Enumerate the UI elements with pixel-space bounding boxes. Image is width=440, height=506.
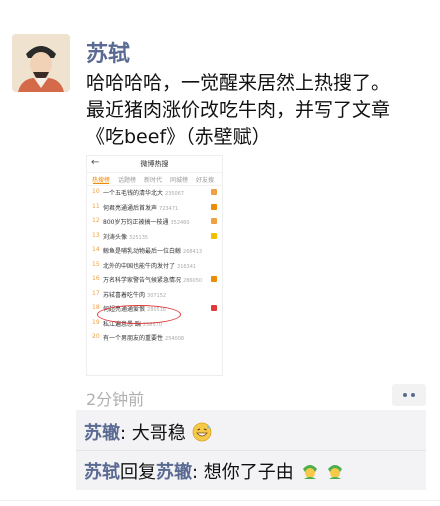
active-tab-underline <box>93 183 109 184</box>
row-title-text: 一个五毛钱的清华北大 <box>103 190 164 197</box>
comments-section: 苏辙: 大哥稳 苏轼回复苏辙: 想你了子由 <box>76 410 426 490</box>
screenshot-tabs: 热搜榜 话题榜 新时代 同城榜 好友搜 <box>87 173 222 186</box>
reply-word: 回复 <box>120 462 156 483</box>
row-title: 刘涛头像 325135 <box>103 232 148 241</box>
post-text: 哈哈哈哈，一觉醒来居然上热搜了。 最近猪肉涨价改吃牛肉，并写了文章 《吃beef… <box>86 70 436 151</box>
comment-text: : 大哥稳 <box>120 423 186 444</box>
hot-search-row[interactable]: 14 鲸鱼是哺乳动物最后一位白鲸 268413 <box>87 244 222 257</box>
row-badge-icon <box>211 218 217 224</box>
row-badge-icon <box>211 276 217 282</box>
hot-search-screenshot[interactable]: ← 微博热搜 热搜榜 话题榜 新时代 同城榜 好友搜 10 一个五毛钱的清华北大 2… <box>86 155 223 376</box>
hot-search-row[interactable]: 13 刘涛头像 325135 <box>87 230 222 243</box>
row-count: 325135 <box>129 234 149 241</box>
row-badge-icon <box>211 203 217 210</box>
row-rank: 17 <box>92 289 100 297</box>
row-count: 286050 <box>183 278 203 284</box>
green-plant-emoji-icon <box>325 461 345 486</box>
commenter-name[interactable]: 苏轼 <box>84 462 120 483</box>
author-name[interactable]: 苏轼 <box>86 36 130 68</box>
bottom-divider <box>0 500 440 501</box>
highlight-circle <box>97 305 181 324</box>
tab-new-era: 新时代 <box>144 177 163 184</box>
row-count: 307152 <box>147 292 167 299</box>
row-rank: 18 <box>92 304 100 311</box>
tab-local: 同城榜 <box>170 177 189 184</box>
commenter-name[interactable]: 苏辙 <box>84 423 120 444</box>
hot-search-row[interactable]: 17 苏轼喜着吃牛肉 307152 <box>87 288 222 301</box>
row-count: 235067 <box>165 191 185 197</box>
screenshot-title: 微博热搜 <box>140 160 169 168</box>
row-title: 万名科学家警告气候紧急情况 286050 <box>103 275 202 284</box>
comment-1[interactable]: 苏辙: 大哥稳 <box>84 419 212 447</box>
row-rank: 15 <box>92 260 100 268</box>
screenshot-header: ← 微博热搜 <box>87 156 222 173</box>
weibo-post: 苏轼 哈哈哈哈，一觉醒来居然上热搜了。 最近猪肉涨价改吃牛肉，并写了文章 《吃b… <box>0 0 440 506</box>
row-rank: 16 <box>92 275 100 282</box>
row-badge-icon <box>211 232 217 239</box>
tab-topics: 话题榜 <box>118 177 137 184</box>
post-line: 最近猪肉涨价改吃牛肉，并写了文章 <box>86 99 391 121</box>
row-title-text: 有一个男朋友的重要性 <box>103 335 164 342</box>
hot-search-row[interactable]: 12 800岁万钧正被搞一枝通 352460 <box>87 215 222 228</box>
row-title-text: 北外的中国也能牛肉发付了 <box>103 262 176 270</box>
post-time: 2分钟前 <box>86 390 145 409</box>
hot-search-row[interactable]: 15 北外的中国也能牛肉发付了 316341 <box>87 259 222 272</box>
row-rank: 19 <box>92 318 100 326</box>
row-title: 鲸鱼是哺乳动物最后一位白鲸 268413 <box>103 246 202 255</box>
row-title-text: 何君亮通通后首发声 <box>103 204 158 212</box>
row-rank: 12 <box>92 217 100 224</box>
reply-to-name[interactable]: 苏辙 <box>156 462 192 483</box>
avatar[interactable] <box>12 34 70 92</box>
row-rank: 10 <box>92 188 100 195</box>
row-count: 723471 <box>159 205 179 212</box>
row-count: 268413 <box>183 249 203 255</box>
row-title: 800岁万钧正被搞一枝通 352460 <box>103 217 190 226</box>
row-title: 有一个男朋友的重要性 254008 <box>103 333 184 342</box>
row-rank: 14 <box>92 246 100 253</box>
dot-icon <box>411 393 415 397</box>
row-title: 何君亮通通后首发声 723471 <box>103 203 178 212</box>
row-badge-icon <box>211 305 217 311</box>
hot-search-row[interactable]: 16 万名科学家警告气候紧急情况 286050 <box>87 273 222 286</box>
row-title-text: 刘涛头像 <box>103 233 128 241</box>
row-count: 352460 <box>170 220 190 226</box>
row-rank: 13 <box>92 231 100 239</box>
row-title: 一个五毛钱的清华北大 235067 <box>103 188 184 197</box>
grinning-sweat-emoji-icon <box>192 422 212 447</box>
more-actions-button[interactable] <box>392 384 426 406</box>
row-badge-icon <box>211 189 217 195</box>
row-title-text: 苏轼喜着吃牛肉 <box>103 291 146 299</box>
comment-divider <box>76 450 426 451</box>
comment-text: : 想你了子由 <box>192 462 294 483</box>
row-title: 苏轼喜着吃牛肉 307152 <box>103 290 166 299</box>
row-title: 北外的中国也能牛肉发付了 316341 <box>103 261 196 270</box>
row-rank: 11 <box>92 202 100 210</box>
row-count: 254008 <box>165 336 185 342</box>
row-title-text: 800岁万钧正被搞一枝通 <box>103 219 169 226</box>
comment-2[interactable]: 苏轼回复苏辙: 想你了子由 <box>84 458 345 486</box>
dot-icon <box>403 393 407 397</box>
hot-search-row[interactable]: 11 何君亮通通后首发声 723471 <box>87 201 222 214</box>
row-title-text: 鲸鱼是哺乳动物最后一位白鲸 <box>103 248 182 255</box>
post-line: 《吃beef》（赤壁赋） <box>86 126 271 148</box>
row-title-text: 万名科学家警告气候紧急情况 <box>103 277 182 284</box>
post-line: 哈哈哈哈，一觉醒来居然上热搜了。 <box>86 72 391 94</box>
row-count: 316341 <box>177 263 197 270</box>
hot-search-row[interactable]: 20 有一个男朋友的重要性 254008 <box>87 331 222 344</box>
green-plant-emoji-icon <box>300 461 320 486</box>
tab-friends: 好友搜 <box>196 177 215 184</box>
row-rank: 20 <box>92 333 100 340</box>
hot-search-row[interactable]: 10 一个五毛钱的清华北大 235067 <box>87 186 222 199</box>
